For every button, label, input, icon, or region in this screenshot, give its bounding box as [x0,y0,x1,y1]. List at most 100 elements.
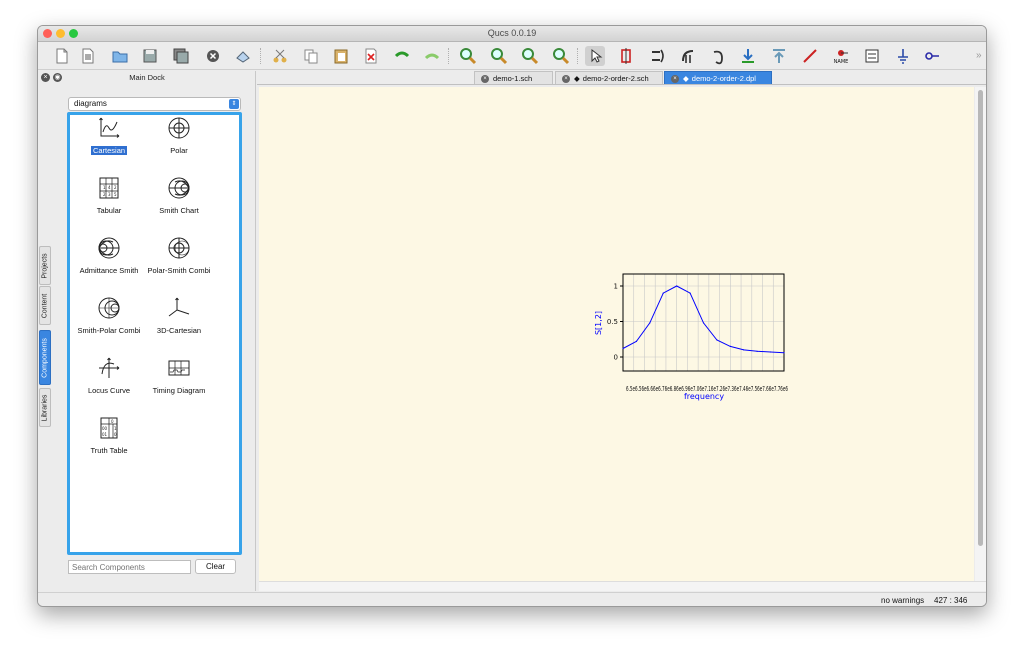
component-truth-table[interactable]: 0 00 1 01 0 Truth Table [70,416,148,466]
scroll-thumb[interactable] [978,90,983,546]
component-label: Polar [170,146,188,155]
component-locus-curve[interactable]: Locus Curve [70,356,148,406]
undo-icon[interactable] [392,46,412,66]
name-icon[interactable]: NAME [831,46,851,66]
data-point [649,322,651,324]
svg-text:3: 3 [108,192,111,197]
component-polar-smith-combi[interactable]: Polar-Smith Combi [140,236,218,286]
enter-subcircuit-icon[interactable] [738,46,758,66]
diamond-icon: ◆ [574,74,580,83]
component-timing-diagram[interactable]: Timing Diagram [140,356,218,406]
data-point [689,292,691,294]
data-point [769,351,772,353]
side-tab-label: Projects [41,252,49,279]
data-points [622,285,785,354]
print-icon[interactable] [233,46,253,66]
delete-icon[interactable] [361,46,381,66]
tab-close-icon[interactable]: × [481,75,489,84]
tab-close-icon[interactable]: × [671,75,679,84]
cut-icon[interactable] [270,46,290,66]
locus-curve-icon [99,357,120,378]
svg-text:0: 0 [111,419,114,424]
save-all-icon[interactable] [171,46,191,66]
display-canvas[interactable]: 0 0.5 1 S[1,2] 6.5e6.56e6.66e6.76e6.86e6.9… [259,87,974,581]
tab-demo-1-sch[interactable]: × demo-1.sch [474,71,553,84]
rotate-icon[interactable] [708,46,728,66]
cartesian-diagram[interactable]: 00.51 S[1,2] 6.5e6.56e6.66e6.76e6.86e6.9… [259,87,974,581]
port-symbol-icon[interactable] [922,46,942,66]
zoom-1to1-icon[interactable] [489,46,509,66]
tab-demo-2-order-2-sch[interactable]: × ◆ demo-2-order-2.sch [555,71,663,84]
truth-table-icon: 000 101 0 [100,417,118,439]
document-tabs: × demo-1.sch × ◆ demo-2-order-2.sch × ◆ demo-… [257,70,986,85]
new-text-icon[interactable] [78,46,98,66]
y-ticks: 00.51 [607,283,623,362]
category-value: diagrams [74,99,107,108]
mirror-y-icon[interactable] [678,46,698,66]
select-icon[interactable] [585,46,605,66]
new-file-icon[interactable] [52,46,72,66]
side-tab-label: Libraries [41,394,49,421]
side-tab-label: Components [41,337,49,378]
save-icon[interactable] [140,46,160,66]
side-tab-projects[interactable]: Projects [39,246,51,285]
mirror-x-icon[interactable] [647,46,667,66]
component-cartesian[interactable]: Cartesian [70,116,148,166]
chevron-down-icon: ⇕ [229,99,239,109]
component-smith-polar-combi[interactable]: Smith-Polar Combi [70,296,148,346]
component-label: Cartesian [90,146,128,155]
smith-polar-icon [98,297,120,319]
horizontal-scrollbar[interactable] [259,581,986,591]
wire-icon[interactable] [800,46,820,66]
toolbar-overflow-icon[interactable]: » [976,50,982,61]
zoom-out-icon[interactable] [551,46,571,66]
component-label: 3D-Cartesian [156,326,202,335]
ground-icon[interactable] [893,46,913,66]
toolbar: NAME » [38,42,986,70]
component-smith-chart[interactable]: Smith Chart [140,176,218,226]
port-icon[interactable] [616,46,636,66]
zoom-in-icon[interactable] [520,46,540,66]
side-tab-libraries[interactable]: Libraries [39,388,51,427]
side-tab-components[interactable]: Components [39,330,51,385]
category-select[interactable]: diagrams ⇕ [68,97,241,111]
component-admittance-smith[interactable]: Admittance Smith [70,236,148,286]
open-icon[interactable] [110,46,130,66]
diamond-icon: ◆ [683,74,689,83]
svg-text:01: 01 [102,432,108,437]
component-list: Cartesian Polar 142 235 Tabular Smith Cha… [67,112,242,555]
search-components-input[interactable] [68,560,191,574]
redo-icon[interactable] [422,46,442,66]
tab-demo-2-order-2-dpl[interactable]: × ◆ demo-2-order-2.dpl [664,71,772,84]
label-icon[interactable] [862,46,882,66]
close-icon[interactable] [203,46,223,66]
side-tab-label: Content [41,293,49,318]
svg-text:5: 5 [114,192,117,197]
data-point [702,322,705,324]
component-3d-cartesian[interactable]: 3D-Cartesian [140,296,218,346]
exit-subcircuit-icon[interactable] [769,46,789,66]
app-window: Qucs 0.0.19 NAME » × ◉ Main Dock Project… [37,25,987,607]
toolbar-separator [448,48,449,64]
status-bar: no warnings 427 : 346 [38,592,986,606]
side-tab-content[interactable]: Content [39,286,51,325]
data-point [622,347,624,350]
component-label: Locus Curve [87,386,131,395]
paste-icon[interactable] [331,46,351,66]
data-point [662,292,664,294]
clear-button[interactable]: Clear [195,559,236,574]
component-polar[interactable]: Polar [140,116,218,166]
data-point [716,339,718,341]
svg-text:1: 1 [103,185,106,190]
tab-label: demo-2-order-2.sch [582,74,649,83]
data-point [635,340,638,342]
tab-close-icon[interactable]: × [562,75,570,84]
component-label: Admittance Smith [79,266,139,275]
copy-icon[interactable] [301,46,321,66]
vertical-scrollbar[interactable] [975,87,986,581]
zoom-fit-icon[interactable] [458,46,478,66]
data-point [743,349,745,351]
component-tabular[interactable]: 142 235 Tabular [70,176,148,226]
component-label: Smith-Polar Combi [77,326,141,335]
data-point [729,345,731,347]
